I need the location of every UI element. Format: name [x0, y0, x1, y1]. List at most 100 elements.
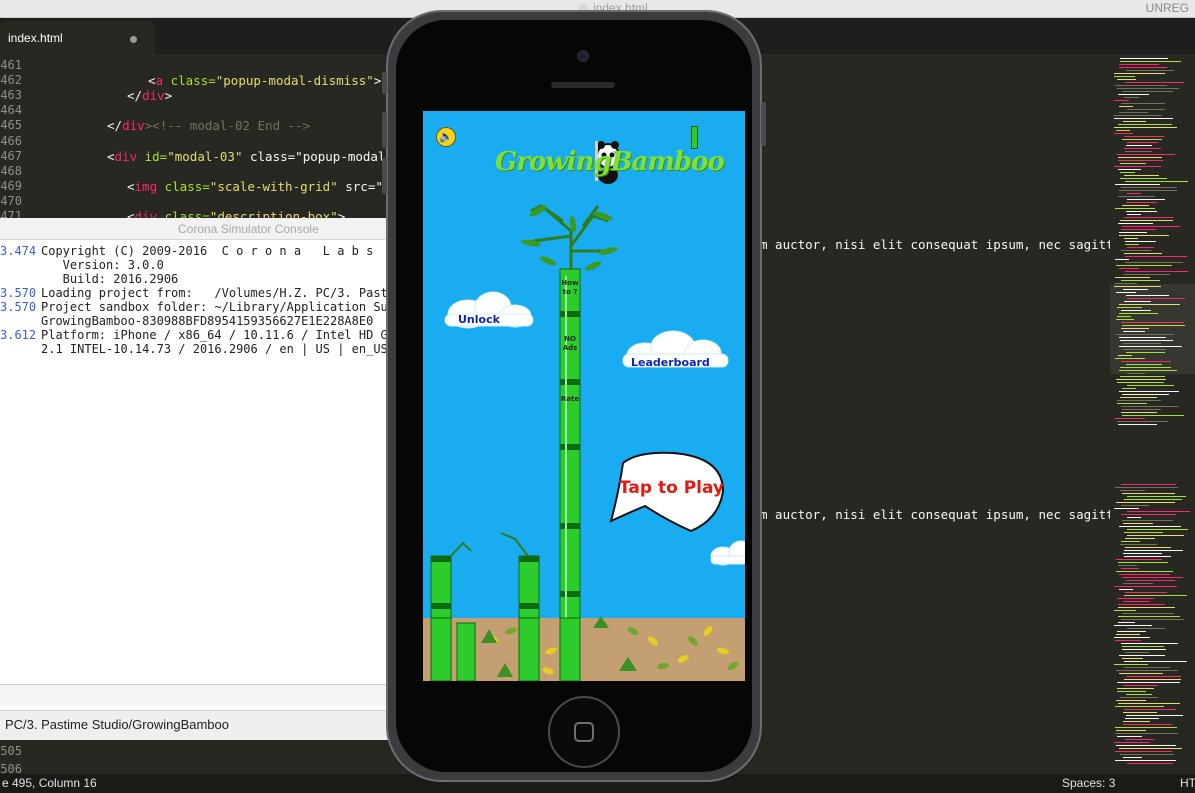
minimap-line	[1114, 664, 1148, 665]
minimap-line	[1117, 688, 1154, 689]
minimap-line	[1121, 310, 1151, 311]
minimap-line	[1117, 400, 1161, 401]
minimap-line	[1127, 763, 1173, 764]
minimap-line	[1126, 202, 1157, 203]
minimap[interactable]	[1110, 54, 1195, 774]
console-line: 2.1 INTEL-10.14.73 / 2016.2906 / en | US…	[41, 342, 388, 356]
menu-bamboo-icon[interactable]	[691, 126, 698, 149]
cloud-small	[710, 540, 745, 566]
minimap-line	[1114, 508, 1139, 509]
rate-button[interactable]: Rate	[560, 395, 580, 404]
volume-up-button[interactable]	[382, 112, 387, 148]
home-square-icon	[574, 722, 594, 742]
line-number: 470	[0, 193, 22, 208]
minimap-line	[1127, 628, 1165, 629]
minimap-line	[1124, 97, 1139, 98]
minimap-line	[1117, 307, 1142, 308]
minimap-line	[1115, 760, 1176, 761]
minimap-line	[1123, 349, 1166, 350]
minimap-line	[1124, 301, 1151, 302]
minimap-line	[1125, 538, 1155, 539]
minimap-line	[1120, 172, 1135, 173]
project-path: PC/3. Pastime Studio/GrowingBamboo	[5, 717, 229, 732]
code-line: </div>	[127, 88, 172, 103]
leaderboard-button[interactable]: Leaderboard	[631, 356, 710, 369]
console-scrollbar[interactable]	[0, 684, 400, 706]
minimap-line	[1119, 268, 1139, 269]
minimap-line	[1120, 544, 1157, 545]
minimap-line	[1120, 697, 1158, 698]
minimap-line	[1119, 304, 1180, 305]
minimap-line	[1114, 76, 1135, 77]
minimap-line	[1120, 340, 1173, 341]
code-token: "modal-03"	[167, 148, 243, 164]
minimap-line	[1127, 214, 1141, 215]
minimap-line	[1120, 61, 1181, 62]
minimap-line	[1126, 676, 1181, 677]
minimap-line	[1120, 376, 1165, 377]
minimap-line	[1127, 529, 1188, 530]
minimap-line	[1118, 160, 1163, 161]
minimap-line	[1115, 727, 1177, 728]
minimap-line	[1126, 295, 1169, 296]
volume-down-button[interactable]	[382, 158, 387, 194]
no-ads-button[interactable]: NO Ads	[560, 335, 580, 353]
minimap-line	[1121, 280, 1160, 281]
code-token: <	[148, 73, 156, 88]
minimap-line	[1119, 589, 1133, 590]
minimap-line	[1114, 100, 1129, 101]
how-to-button[interactable]: How to ?	[560, 279, 580, 297]
code-token: div	[114, 148, 138, 164]
minimap-line	[1119, 67, 1167, 68]
minimap-line	[1127, 298, 1185, 299]
minimap-line	[1117, 736, 1142, 737]
minimap-line	[1123, 553, 1162, 554]
tap-to-play-label[interactable]: Tap to Play	[619, 478, 724, 498]
game-screen[interactable]: GrowingBamboo 🔈 Unlock Leaderboard How t…	[423, 111, 745, 681]
minimap-line	[1122, 394, 1169, 395]
code-token: a	[155, 73, 164, 88]
line-number: 505	[0, 744, 22, 758]
minimap-line	[1125, 82, 1184, 83]
console-timestamp: 3.570	[0, 286, 37, 300]
line-number: 462	[0, 73, 22, 88]
minimap-line	[1124, 148, 1161, 149]
power-button[interactable]	[761, 102, 766, 146]
minimap-line	[1125, 739, 1154, 740]
syntax-setting[interactable]: HT	[1180, 776, 1195, 790]
minimap-line	[1122, 493, 1175, 494]
minimap-line	[1120, 58, 1168, 59]
indentation-setting[interactable]: Spaces: 3	[1062, 776, 1115, 790]
minimap-line	[1121, 541, 1140, 542]
minimap-line	[1127, 373, 1145, 374]
home-button[interactable]	[548, 696, 620, 768]
minimap-line	[1125, 271, 1188, 272]
mute-switch[interactable]	[382, 72, 387, 94]
code-token: class=	[157, 178, 210, 194]
minimap-line	[1114, 127, 1177, 128]
minimap-line	[1117, 88, 1179, 89]
minimap-line	[1116, 730, 1146, 731]
console-line: Loading project from: /Volumes/H.Z. PC/3…	[41, 286, 388, 300]
minimap-line	[1117, 421, 1168, 422]
minimap-line	[1115, 418, 1145, 419]
minimap-line	[1124, 556, 1171, 557]
minimap-line	[1116, 634, 1140, 635]
minimap-line	[1125, 652, 1149, 653]
minimap-line	[1120, 754, 1174, 755]
sound-icon[interactable]: 🔈	[436, 127, 456, 147]
minimap-line	[1117, 79, 1136, 80]
minimap-line	[1124, 238, 1138, 239]
minimap-line	[1121, 328, 1149, 329]
code-token: ><!-- modal-02 End -->	[144, 118, 311, 134]
console-line: Copyright (C) 2009-2016 C o r o n a L a …	[41, 244, 374, 258]
console-title: Corona Simulator Console	[178, 222, 319, 236]
minimap-line	[1117, 154, 1175, 155]
unsaved-dot-icon[interactable]	[130, 36, 137, 43]
minimap-line	[1123, 601, 1150, 602]
minimap-line	[1115, 208, 1155, 209]
unlock-button[interactable]: Unlock	[458, 313, 500, 326]
minimap-line	[1114, 73, 1165, 74]
tab-index-html[interactable]: index.html	[0, 21, 155, 54]
minimap-line	[1122, 226, 1180, 227]
